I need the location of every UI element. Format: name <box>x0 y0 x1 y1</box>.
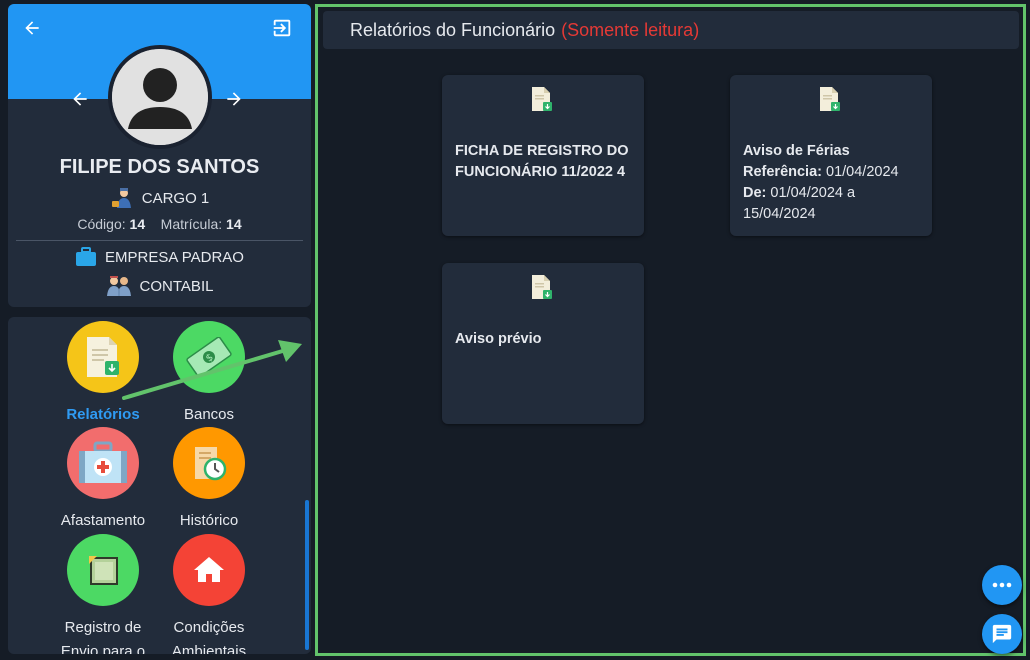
cargo-row: CARGO 1 <box>8 187 311 209</box>
employee-profile-card: FILIPE DOS SANTOS CARGO 1 Código: 14 Mat… <box>8 4 311 307</box>
menu-scrollbar[interactable] <box>305 500 309 650</box>
reports-header: Relatórios do Funcionário (Somente leitu… <box>323 11 1019 49</box>
previous-employee-arrow-icon[interactable] <box>68 87 92 111</box>
readonly-badge: (Somente leitura) <box>561 19 700 40</box>
employee-codes: Código: 14 Matrícula: 14 <box>8 216 311 232</box>
worker-icon <box>111 188 131 208</box>
report-title: Aviso de Férias Referência: 01/04/2024 D… <box>743 141 922 225</box>
report-card-aviso-previo[interactable]: Aviso prévio <box>442 263 644 424</box>
periodo-label: De: <box>743 185 767 201</box>
menu-item-registro-envio[interactable]: Registro de Envio para o <box>48 534 158 654</box>
contabil-row: CONTABIL <box>8 275 311 297</box>
money-icon: $ <box>173 321 245 393</box>
menu-label-bancos: Bancos <box>183 406 235 423</box>
codigo-value: 14 <box>129 216 146 232</box>
report-name: Aviso de Férias <box>743 143 850 159</box>
menu-item-relatorios[interactable]: Relatórios <box>48 321 158 427</box>
next-employee-arrow-icon[interactable] <box>222 87 246 111</box>
menu-item-condicoes-ambientais[interactable]: Condições Ambientais <box>154 534 264 654</box>
register-sticker-icon <box>67 534 139 606</box>
menu-label-registro-envio: Registro de Envio para o <box>60 619 146 654</box>
matricula-value: 14 <box>226 216 242 232</box>
referencia-label: Referência: <box>743 164 822 180</box>
report-name: FICHA DE REGISTRO DO FUNCIONÁRIO 11/2022… <box>455 143 629 180</box>
menu-label-relatorios: Relatórios <box>66 406 140 423</box>
codigo-label: Código: <box>77 216 126 232</box>
employee-menu: Relatórios $ Bancos Afastamento Históric… <box>8 317 311 654</box>
document-download-icon <box>820 87 840 111</box>
report-card-ficha-registro[interactable]: FICHA DE REGISTRO DO FUNCIONÁRIO 11/2022… <box>442 75 644 236</box>
contabil-label: CONTABIL <box>139 277 214 295</box>
divider <box>16 240 303 241</box>
empresa-label: EMPRESA PADRAO <box>105 248 244 266</box>
referencia-value: 01/04/2024 <box>826 164 899 180</box>
home-icon <box>173 534 245 606</box>
chat-button[interactable] <box>982 614 1022 654</box>
menu-label-afastamento: Afastamento <box>60 512 146 529</box>
exit-icon[interactable] <box>270 16 294 40</box>
employee-name: FILIPE DOS SANTOS <box>59 156 260 178</box>
menu-item-historico[interactable]: Histórico <box>154 427 264 533</box>
team-icon <box>106 276 131 296</box>
briefcase-icon <box>76 247 97 266</box>
matricula-label: Matrícula: <box>160 216 223 232</box>
back-arrow-icon[interactable] <box>20 16 44 40</box>
reports-panel: Relatórios do Funcionário (Somente leitu… <box>315 4 1026 656</box>
report-card-aviso-ferias[interactable]: Aviso de Férias Referência: 01/04/2024 D… <box>730 75 932 236</box>
chat-icon <box>992 624 1012 644</box>
cargo-label: CARGO 1 <box>141 189 210 207</box>
menu-item-bancos[interactable]: $ Bancos <box>154 321 264 427</box>
menu-item-afastamento[interactable]: Afastamento <box>48 427 158 533</box>
document-download-icon <box>532 275 552 299</box>
person-icon <box>112 49 208 145</box>
avatar <box>108 45 212 149</box>
page-title: Relatórios do Funcionário <box>350 19 556 40</box>
report-name: Aviso prévio <box>455 331 542 347</box>
empresa-row: EMPRESA PADRAO <box>8 247 311 267</box>
document-download-icon <box>532 87 552 111</box>
report-title: Aviso prévio <box>455 329 634 350</box>
first-aid-kit-icon <box>67 427 139 499</box>
menu-label-condicoes-ambientais: Condições Ambientais <box>171 619 247 654</box>
report-document-icon <box>67 321 139 393</box>
more-options-button[interactable] <box>982 565 1022 605</box>
more-horizontal-icon <box>992 582 1012 588</box>
history-clock-icon <box>173 427 245 499</box>
report-title: FICHA DE REGISTRO DO FUNCIONÁRIO 11/2022… <box>455 141 634 183</box>
menu-label-historico: Histórico <box>179 512 239 529</box>
